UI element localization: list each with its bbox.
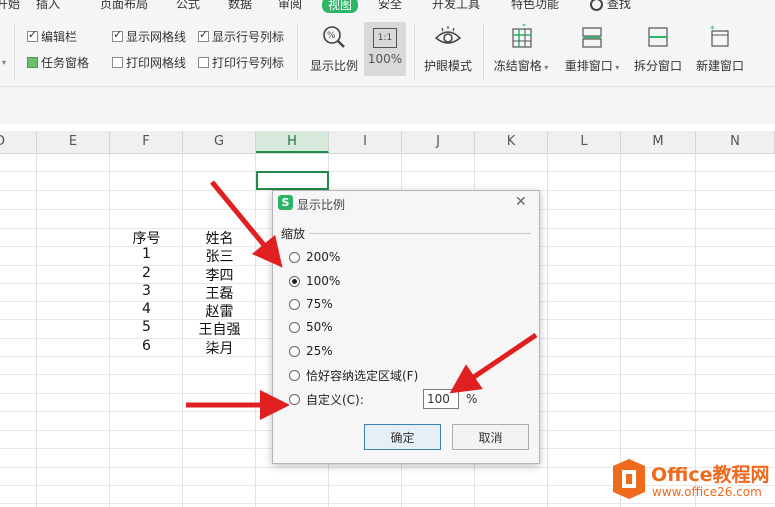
arrow-icon [449, 332, 538, 394]
watermark-brand: Office教程网 [651, 464, 770, 486]
arrow-icon [210, 180, 283, 268]
office-logo-icon [611, 457, 647, 501]
annotation-arrows [186, 180, 538, 420]
watermark-url: www.office26.com [652, 485, 762, 499]
